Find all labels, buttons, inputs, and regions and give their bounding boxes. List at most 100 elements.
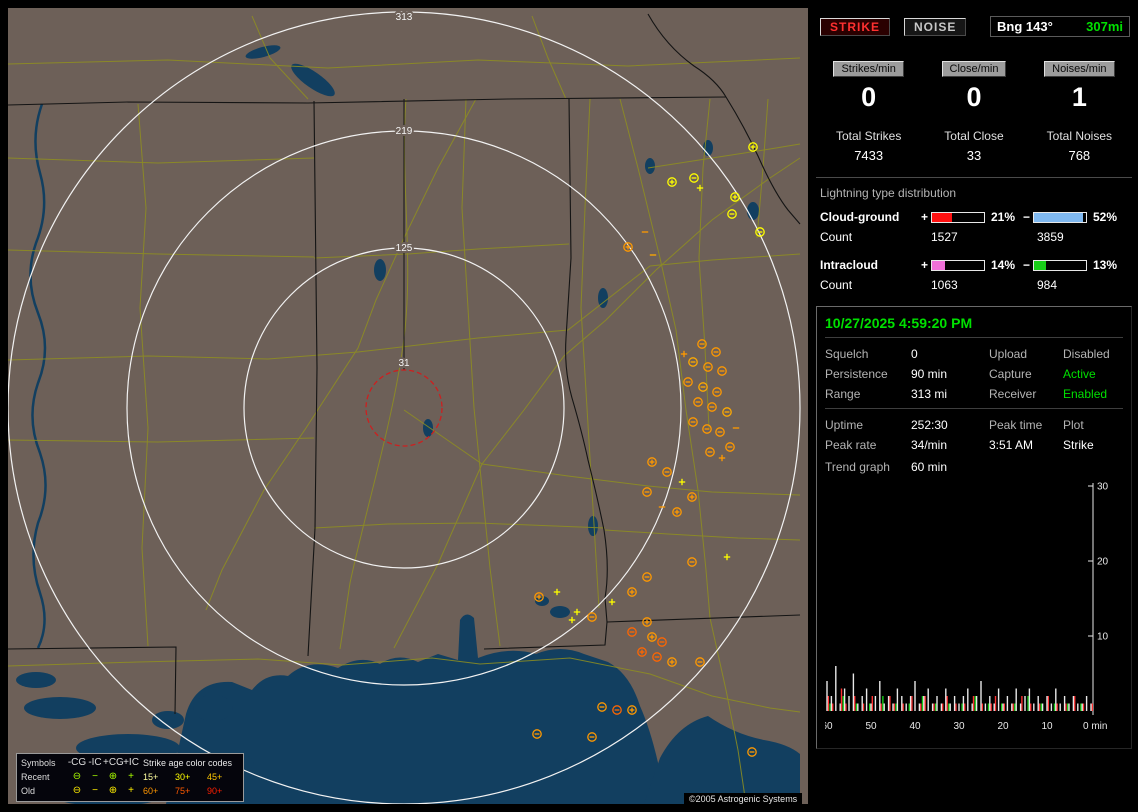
copyright-text: ©2005 Astrogenic Systems xyxy=(684,793,803,805)
peak-rate-label: Peak rate xyxy=(825,438,877,452)
stats-row-1: Uptime 252:30 Peak time Plot xyxy=(825,415,1123,435)
cg-neg-count: 3859 xyxy=(1037,230,1064,244)
trend-graph-label: Trend graph xyxy=(825,460,890,474)
divider xyxy=(825,337,1123,338)
map-area[interactable]: 313 219 125 31 Symbols -CG -IC +CG +IC S… xyxy=(8,8,808,804)
legend-cg-pos-header: +CG xyxy=(103,757,124,768)
settings-row-1: Squelch 0 Upload Disabled xyxy=(825,344,1123,364)
strike-mode-button[interactable]: STRIKE xyxy=(820,17,891,36)
age-code-60: 60+ xyxy=(143,786,159,796)
age-code-30: 30+ xyxy=(175,772,191,782)
plot-value: Strike xyxy=(1063,438,1094,452)
cg-neg-pct: 52% xyxy=(1093,210,1118,224)
persistence-label: Persistence xyxy=(825,367,888,381)
lightning-map[interactable]: 313 219 125 31 xyxy=(8,8,808,804)
close-per-min-button[interactable]: Close/min xyxy=(941,61,1007,77)
age-code-90: 90+ xyxy=(207,786,223,796)
capture-value: Active xyxy=(1063,367,1096,381)
total-strikes-label: Total Strikes xyxy=(835,129,902,143)
bearing-range-value: 307mi xyxy=(1086,19,1123,34)
legend-old-row: Old ⊖ − ⊕ + 60+ 75+ 90+ xyxy=(21,784,239,798)
cloud-ground-label: Cloud-ground xyxy=(820,210,900,224)
age-code-15: 15+ xyxy=(143,772,159,782)
trend-ytick: 20 xyxy=(1097,557,1109,568)
legend-symbols-label: Symbols xyxy=(21,758,56,768)
cg-pos-bar xyxy=(931,211,985,223)
trend-graph: 30 20 10 60 50 40 30 20 10 0 min xyxy=(821,482,1109,733)
legend-cg-neg-header: -CG xyxy=(67,757,87,768)
ic-neg-pct: 13% xyxy=(1093,258,1118,272)
cg-pos-recent-icon: ⊕ xyxy=(108,771,118,782)
persistence-value: 90 min xyxy=(911,367,948,381)
status-panel: STRIKE NOISE Bng 143° 307mi Strikes/min … xyxy=(816,8,1132,804)
trend-window-value: 60 min xyxy=(911,460,948,474)
settings-row-3: Range 313 mi Receiver Enabled xyxy=(825,384,1123,404)
trend-xtick: 40 xyxy=(909,721,921,732)
age-code-75: 75+ xyxy=(175,786,191,796)
trend-axis-labels: 30 20 10 60 50 40 30 20 10 0 min xyxy=(821,482,1109,733)
cg-pos-pct: 21% xyxy=(991,210,1016,224)
divider xyxy=(816,177,1132,178)
ring-label-219: 219 xyxy=(396,126,413,137)
legend-ic-neg-header: -IC xyxy=(88,757,102,768)
minus-sign: − xyxy=(1023,210,1031,224)
plus-sign: + xyxy=(921,258,929,272)
range-label: Range xyxy=(825,387,861,401)
cg-neg-bar-fill xyxy=(1034,212,1083,222)
receiver-value: Enabled xyxy=(1063,387,1108,401)
ic-neg-bar xyxy=(1033,259,1087,271)
mode-row: STRIKE NOISE Bng 143° 307mi xyxy=(820,16,1130,37)
stats-row-2: Peak rate 34/min 3:51 AM Strike xyxy=(825,435,1123,455)
noises-per-min-value: 1 xyxy=(1071,82,1087,112)
cloud-ground-row: Cloud-ground + 21% − 52% xyxy=(820,210,1132,224)
peak-time-label: Peak time xyxy=(989,418,1043,432)
trend-xtick: 50 xyxy=(865,721,877,732)
total-strikes-value: 7433 xyxy=(854,148,884,163)
upload-value: Disabled xyxy=(1063,347,1110,361)
count-label: Count xyxy=(820,278,853,292)
cloud-ground-count-row: Count 1527 3859 xyxy=(820,230,1132,244)
strikes-per-min-cell: Strikes/min 0 xyxy=(816,61,921,111)
total-noises-cell: Total Noises 768 xyxy=(1027,129,1132,163)
ic-pos-recent-icon: + xyxy=(128,771,134,782)
legend-recent-label: Recent xyxy=(21,772,50,782)
noises-per-min-button[interactable]: Noises/min xyxy=(1044,61,1115,77)
peak-time-value: 3:51 AM xyxy=(989,438,1034,452)
noise-mode-button[interactable]: NOISE xyxy=(904,17,967,36)
minus-sign: − xyxy=(1023,258,1031,272)
ic-pos-count: 1063 xyxy=(931,278,958,292)
ic-neg-old-icon: − xyxy=(92,785,98,796)
intracloud-count-row: Count 1063 984 xyxy=(820,278,1132,292)
total-strikes-cell: Total Strikes 7433 xyxy=(816,129,921,163)
trend-xtick: 30 xyxy=(953,721,965,732)
legend-recent-row: Recent ⊖ − ⊕ + 15+ 30+ 45+ xyxy=(21,770,239,784)
ic-neg-recent-icon: − xyxy=(92,771,98,782)
settings-row-2: Persistence 90 min Capture Active xyxy=(825,364,1123,384)
symbols-legend: Symbols -CG -IC +CG +IC Strike age color… xyxy=(16,753,244,802)
total-close-value: 33 xyxy=(966,148,982,163)
total-noises-value: 768 xyxy=(1068,148,1091,163)
rates-row: Strikes/min 0 Close/min 0 Noises/min 1 xyxy=(816,61,1132,111)
cg-neg-old-icon: ⊖ xyxy=(72,785,82,796)
total-close-label: Total Close xyxy=(944,129,1004,143)
strikes-per-min-button[interactable]: Strikes/min xyxy=(833,61,904,77)
count-label: Count xyxy=(820,230,853,244)
bearing-readout: Bng 143° 307mi xyxy=(990,16,1130,37)
trend-xtick: 20 xyxy=(997,721,1009,732)
ic-pos-bar xyxy=(931,259,985,271)
squelch-label: Squelch xyxy=(825,347,869,361)
ring-label-125: 125 xyxy=(396,243,413,254)
intracloud-label: Intracloud xyxy=(820,258,879,272)
ic-pos-bar-fill xyxy=(932,260,946,270)
ring-label-313: 313 xyxy=(396,12,413,23)
squelch-value: 0 xyxy=(911,347,918,361)
trend-ytick: 10 xyxy=(1097,632,1109,643)
legend-ic-pos-header: +IC xyxy=(123,757,139,768)
range-value: 313 mi xyxy=(911,387,948,401)
age-code-45: 45+ xyxy=(207,772,223,782)
cg-pos-bar-fill xyxy=(932,212,952,222)
plot-label: Plot xyxy=(1063,418,1084,432)
legend-old-label: Old xyxy=(21,786,36,796)
receiver-label: Receiver xyxy=(989,387,1037,401)
strikes-per-min-value: 0 xyxy=(861,82,877,112)
